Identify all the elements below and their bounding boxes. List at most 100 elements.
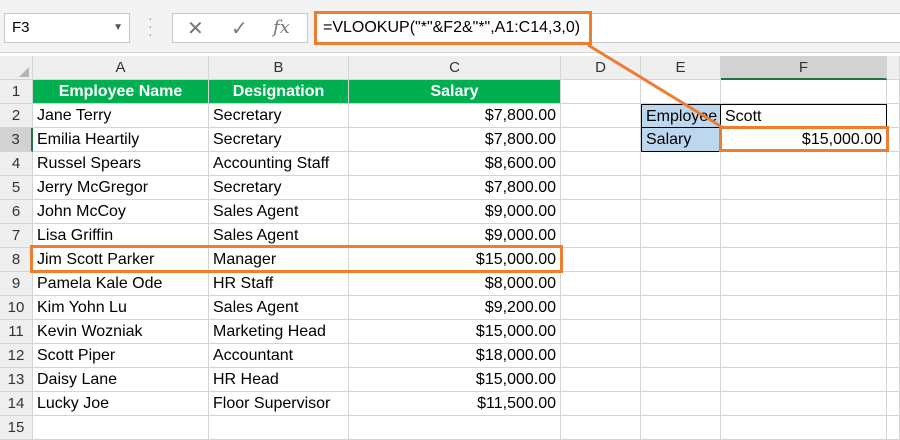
empty-cell[interactable] [641, 248, 721, 272]
empty-cell[interactable] [887, 320, 900, 344]
designation-cell[interactable]: Sales Agent [209, 296, 349, 320]
empty-cell[interactable] [721, 176, 887, 200]
formula-input[interactable]: =VLOOKUP("*"&F2&"*",A1:C14,3,0) [314, 11, 592, 45]
designation-cell[interactable]: Accounting Staff [209, 152, 349, 176]
employee-name-cell[interactable]: Emilia Heartily [33, 128, 209, 152]
empty-cell[interactable] [721, 152, 887, 176]
empty-cell[interactable] [561, 368, 641, 392]
drag-handle-icon[interactable]: · · · [148, 11, 156, 41]
designation-cell[interactable]: HR Head [209, 368, 349, 392]
empty-cell[interactable] [887, 224, 900, 248]
row-header-7[interactable]: 7 [0, 224, 33, 248]
employee-name-cell[interactable]: Lucky Joe [33, 392, 209, 416]
empty-cell[interactable] [561, 104, 641, 128]
empty-cell[interactable] [561, 320, 641, 344]
empty-cell[interactable] [721, 272, 887, 296]
empty-cell[interactable] [887, 416, 900, 440]
empty-cell[interactable] [887, 200, 900, 224]
empty-cell[interactable] [209, 416, 349, 440]
empty-cell[interactable] [887, 368, 900, 392]
column-header-d[interactable]: D [561, 56, 641, 80]
empty-cell[interactable] [721, 80, 887, 104]
salary-cell[interactable]: $15,000.00 [349, 320, 561, 344]
row-header-3[interactable]: 3 [0, 128, 33, 152]
salary-cell[interactable]: $9,000.00 [349, 200, 561, 224]
empty-cell[interactable] [721, 392, 887, 416]
empty-cell[interactable] [561, 176, 641, 200]
designation-cell[interactable]: Sales Agent [209, 224, 349, 248]
designation-cell[interactable]: Secretary [209, 128, 349, 152]
salary-cell[interactable]: $8,000.00 [349, 272, 561, 296]
empty-cell[interactable] [561, 248, 641, 272]
empty-cell[interactable] [641, 152, 721, 176]
salary-cell[interactable]: $8,600.00 [349, 152, 561, 176]
row-header-15[interactable]: 15 [0, 416, 33, 440]
empty-cell[interactable] [33, 416, 209, 440]
empty-cell[interactable] [641, 176, 721, 200]
salary-cell[interactable]: $18,000.00 [349, 344, 561, 368]
table-header-salary[interactable]: Salary [349, 80, 561, 104]
employee-name-cell[interactable]: Daisy Lane [33, 368, 209, 392]
column-header-e[interactable]: E [641, 56, 721, 80]
empty-cell[interactable] [561, 416, 641, 440]
empty-cell[interactable] [561, 344, 641, 368]
empty-cell[interactable] [721, 296, 887, 320]
row-header-4[interactable]: 4 [0, 152, 33, 176]
row-header-9[interactable]: 9 [0, 272, 33, 296]
salary-cell[interactable]: $11,500.00 [349, 392, 561, 416]
select-all-triangle-icon[interactable] [19, 67, 29, 77]
cancel-icon[interactable]: ✕ [187, 16, 204, 41]
empty-cell[interactable] [887, 344, 900, 368]
empty-cell[interactable] [721, 200, 887, 224]
empty-cell[interactable] [887, 128, 900, 152]
empty-cell[interactable] [721, 416, 887, 440]
empty-cell[interactable] [887, 392, 900, 416]
empty-cell[interactable] [887, 248, 900, 272]
empty-cell[interactable] [887, 272, 900, 296]
empty-cell[interactable] [887, 104, 900, 128]
row-header-2[interactable]: 2 [0, 104, 33, 128]
designation-cell[interactable]: Sales Agent [209, 200, 349, 224]
empty-cell[interactable] [561, 272, 641, 296]
salary-cell[interactable]: $7,800.00 [349, 104, 561, 128]
row-header-13[interactable]: 13 [0, 368, 33, 392]
chevron-down-icon[interactable]: ▼ [113, 14, 123, 42]
empty-cell[interactable] [887, 296, 900, 320]
designation-cell[interactable]: Floor Supervisor [209, 392, 349, 416]
employee-name-cell[interactable]: Jim Scott Parker [33, 248, 209, 272]
empty-cell[interactable] [641, 392, 721, 416]
empty-cell[interactable] [721, 320, 887, 344]
salary-cell[interactable]: $15,000.00 [349, 368, 561, 392]
designation-cell[interactable]: Marketing Head [209, 320, 349, 344]
designation-cell[interactable]: Secretary [209, 104, 349, 128]
name-box[interactable]: F3 ▼ [4, 13, 130, 43]
employee-name-cell[interactable]: Scott Piper [33, 344, 209, 368]
empty-cell[interactable] [721, 248, 887, 272]
column-header-a[interactable]: A [33, 56, 209, 80]
employee-name-cell[interactable]: Pamela Kale Ode [33, 272, 209, 296]
enter-icon[interactable]: ✓ [231, 16, 248, 41]
salary-cell[interactable]: $9,200.00 [349, 296, 561, 320]
empty-cell[interactable] [641, 224, 721, 248]
salary-cell[interactable]: $15,000.00 [349, 248, 561, 272]
salary-cell[interactable]: $7,800.00 [349, 176, 561, 200]
empty-cell[interactable] [561, 392, 641, 416]
empty-cell[interactable] [887, 152, 900, 176]
row-header-5[interactable]: 5 [0, 176, 33, 200]
select-all-corner[interactable] [0, 56, 33, 80]
insert-function-icon[interactable]: fx [273, 17, 290, 38]
empty-cell[interactable] [349, 416, 561, 440]
employee-name-cell[interactable]: Jane Terry [33, 104, 209, 128]
column-header-f[interactable]: F [721, 56, 887, 80]
salary-result-cell[interactable]: $15,000.00 [721, 128, 887, 152]
employee-name-cell[interactable]: Kevin Wozniak [33, 320, 209, 344]
row-header-6[interactable]: 6 [0, 200, 33, 224]
empty-cell[interactable] [641, 296, 721, 320]
empty-cell[interactable] [561, 200, 641, 224]
employee-name-cell[interactable]: Jerry McGregor [33, 176, 209, 200]
designation-cell[interactable]: Manager [209, 248, 349, 272]
row-header-8[interactable]: 8 [0, 248, 33, 272]
empty-cell[interactable] [561, 152, 641, 176]
formula-input-background[interactable] [592, 13, 900, 43]
row-header-10[interactable]: 10 [0, 296, 33, 320]
